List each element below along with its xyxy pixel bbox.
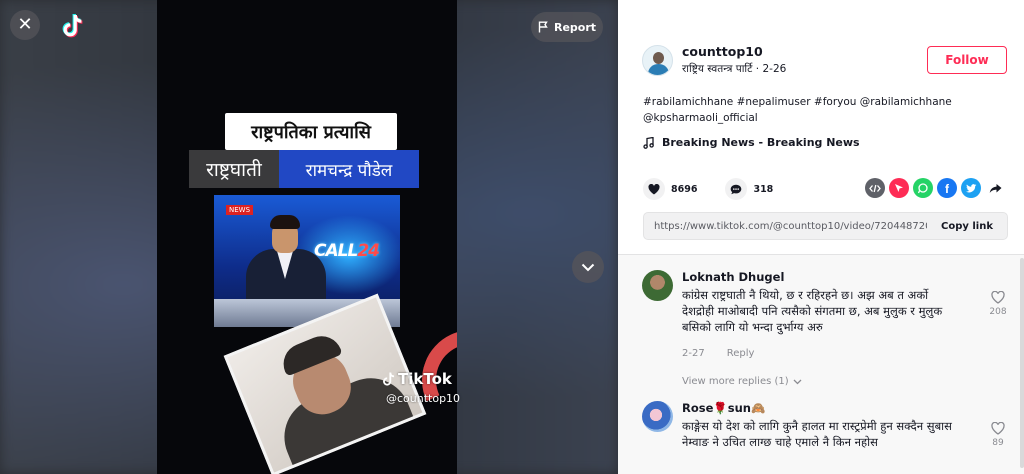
author-avatar[interactable] <box>642 44 673 76</box>
tiktok-watermark: TikTok <box>381 370 452 388</box>
copy-link-button[interactable]: Copy link <box>927 221 1007 232</box>
news-call-logo: CALL24 <box>314 241 380 261</box>
comment-like-button[interactable]: 89 <box>986 421 1010 448</box>
video-description: #rabilamichhane #nepalimuser #foryou @ra… <box>643 96 952 124</box>
chevron-down-icon <box>793 379 802 384</box>
comment-meta: 2-27 Reply <box>682 348 754 359</box>
heart-icon <box>648 183 660 194</box>
comment-count: 318 <box>753 183 774 195</box>
report-label: Report <box>553 20 597 34</box>
details-panel: counttop10 राष्ट्रिय स्वतन्त्र पार्टि · … <box>618 0 1024 474</box>
facebook-icon[interactable]: f <box>937 178 957 198</box>
reply-button[interactable]: Reply <box>727 348 755 359</box>
comment-text: कांग्रेस राष्ट्रघाती नै थियो, छ र रहिरहन… <box>682 288 943 334</box>
heart-outline-icon <box>991 290 1005 304</box>
commenter-name[interactable]: Loknath Dhugel <box>682 270 784 284</box>
report-button[interactable]: Report <box>531 12 603 42</box>
music-link[interactable]: Breaking News - Breaking News <box>643 136 860 149</box>
close-icon: ✕ <box>17 14 33 35</box>
share-arrow-icon[interactable] <box>985 178 1005 198</box>
commenter-avatar[interactable] <box>642 270 673 301</box>
view-more-replies[interactable]: View more replies (1) <box>682 376 802 387</box>
music-note-icon <box>643 136 654 149</box>
tiktok-logo-icon[interactable] <box>60 13 84 39</box>
comments-list[interactable]: Loknath Dhugel कांग्रेस राष्ट्रघाती नै थ… <box>618 255 1024 474</box>
video-url-field[interactable]: https://www.tiktok.com/@counttop10/video… <box>644 221 927 232</box>
video-caption-title: राष्ट्रपतिका प्रत्यासि <box>225 113 397 150</box>
chevron-down-icon <box>581 263 595 271</box>
comment-button[interactable] <box>725 178 748 200</box>
twitter-icon[interactable] <box>961 178 981 198</box>
post-date: 2-26 <box>762 63 787 75</box>
comment-item: Loknath Dhugel कांग्रेस राष्ट्रघाती नै थ… <box>642 270 1012 378</box>
commenter-name[interactable]: Rose🌹sun🙈 <box>682 401 765 415</box>
author-info[interactable]: counttop10 राष्ट्रिय स्वतन्त्र पार्टि · … <box>642 44 786 76</box>
comment-icon <box>731 184 742 194</box>
author-subline: राष्ट्रिय स्वतन्त्र पार्टि · 2-26 <box>682 63 787 75</box>
send-icon[interactable] <box>889 178 909 198</box>
commenter-avatar[interactable] <box>642 401 673 432</box>
news-channel-chip: NEWS <box>226 205 254 215</box>
tiktok-watermark-icon <box>383 372 395 386</box>
whatsapp-icon[interactable] <box>913 178 933 198</box>
next-video-button[interactable] <box>572 251 604 283</box>
comment-like-button[interactable]: 208 <box>986 290 1010 317</box>
embed-icon[interactable] <box>865 178 885 198</box>
comment-text: काङ्गेस यो देश को लागि कुनै हालत मा रास्… <box>682 419 952 449</box>
flag-icon <box>538 21 548 33</box>
video-stage: राष्ट्रपतिका प्रत्यासि राष्ट्रघाती रामचन… <box>0 0 618 474</box>
music-title[interactable]: Breaking News - Breaking News <box>662 136 860 149</box>
heart-outline-icon <box>991 421 1005 435</box>
copy-link-box: https://www.tiktok.com/@counttop10/video… <box>643 212 1008 240</box>
close-button[interactable]: ✕ <box>10 10 40 40</box>
like-count: 8696 <box>671 183 698 195</box>
comment-like-count: 208 <box>989 307 1007 317</box>
video-caption-word2: रामचन्द्र पौडेल <box>279 150 419 188</box>
engagement-actions: 8696 318 <box>643 178 801 200</box>
comment-date: 2-27 <box>682 348 705 359</box>
like-button[interactable] <box>643 178 665 200</box>
author-username[interactable]: counttop10 <box>682 44 786 59</box>
tiktok-watermark-handle: @counttop10 <box>386 392 461 405</box>
author-nickname: राष्ट्रिय स्वतन्त्र पार्टि <box>682 63 753 75</box>
comment-like-count: 89 <box>992 438 1004 448</box>
follow-button[interactable]: Follow <box>927 46 1007 74</box>
video-caption-word1: राष्ट्रघाती <box>189 150 279 188</box>
comments-scrollbar[interactable] <box>1020 258 1024 468</box>
share-buttons: f <box>865 178 1005 198</box>
comment-item: Rose🌹sun🙈 काङ्गेस यो देश को लागि कुनै हा… <box>642 401 1012 474</box>
